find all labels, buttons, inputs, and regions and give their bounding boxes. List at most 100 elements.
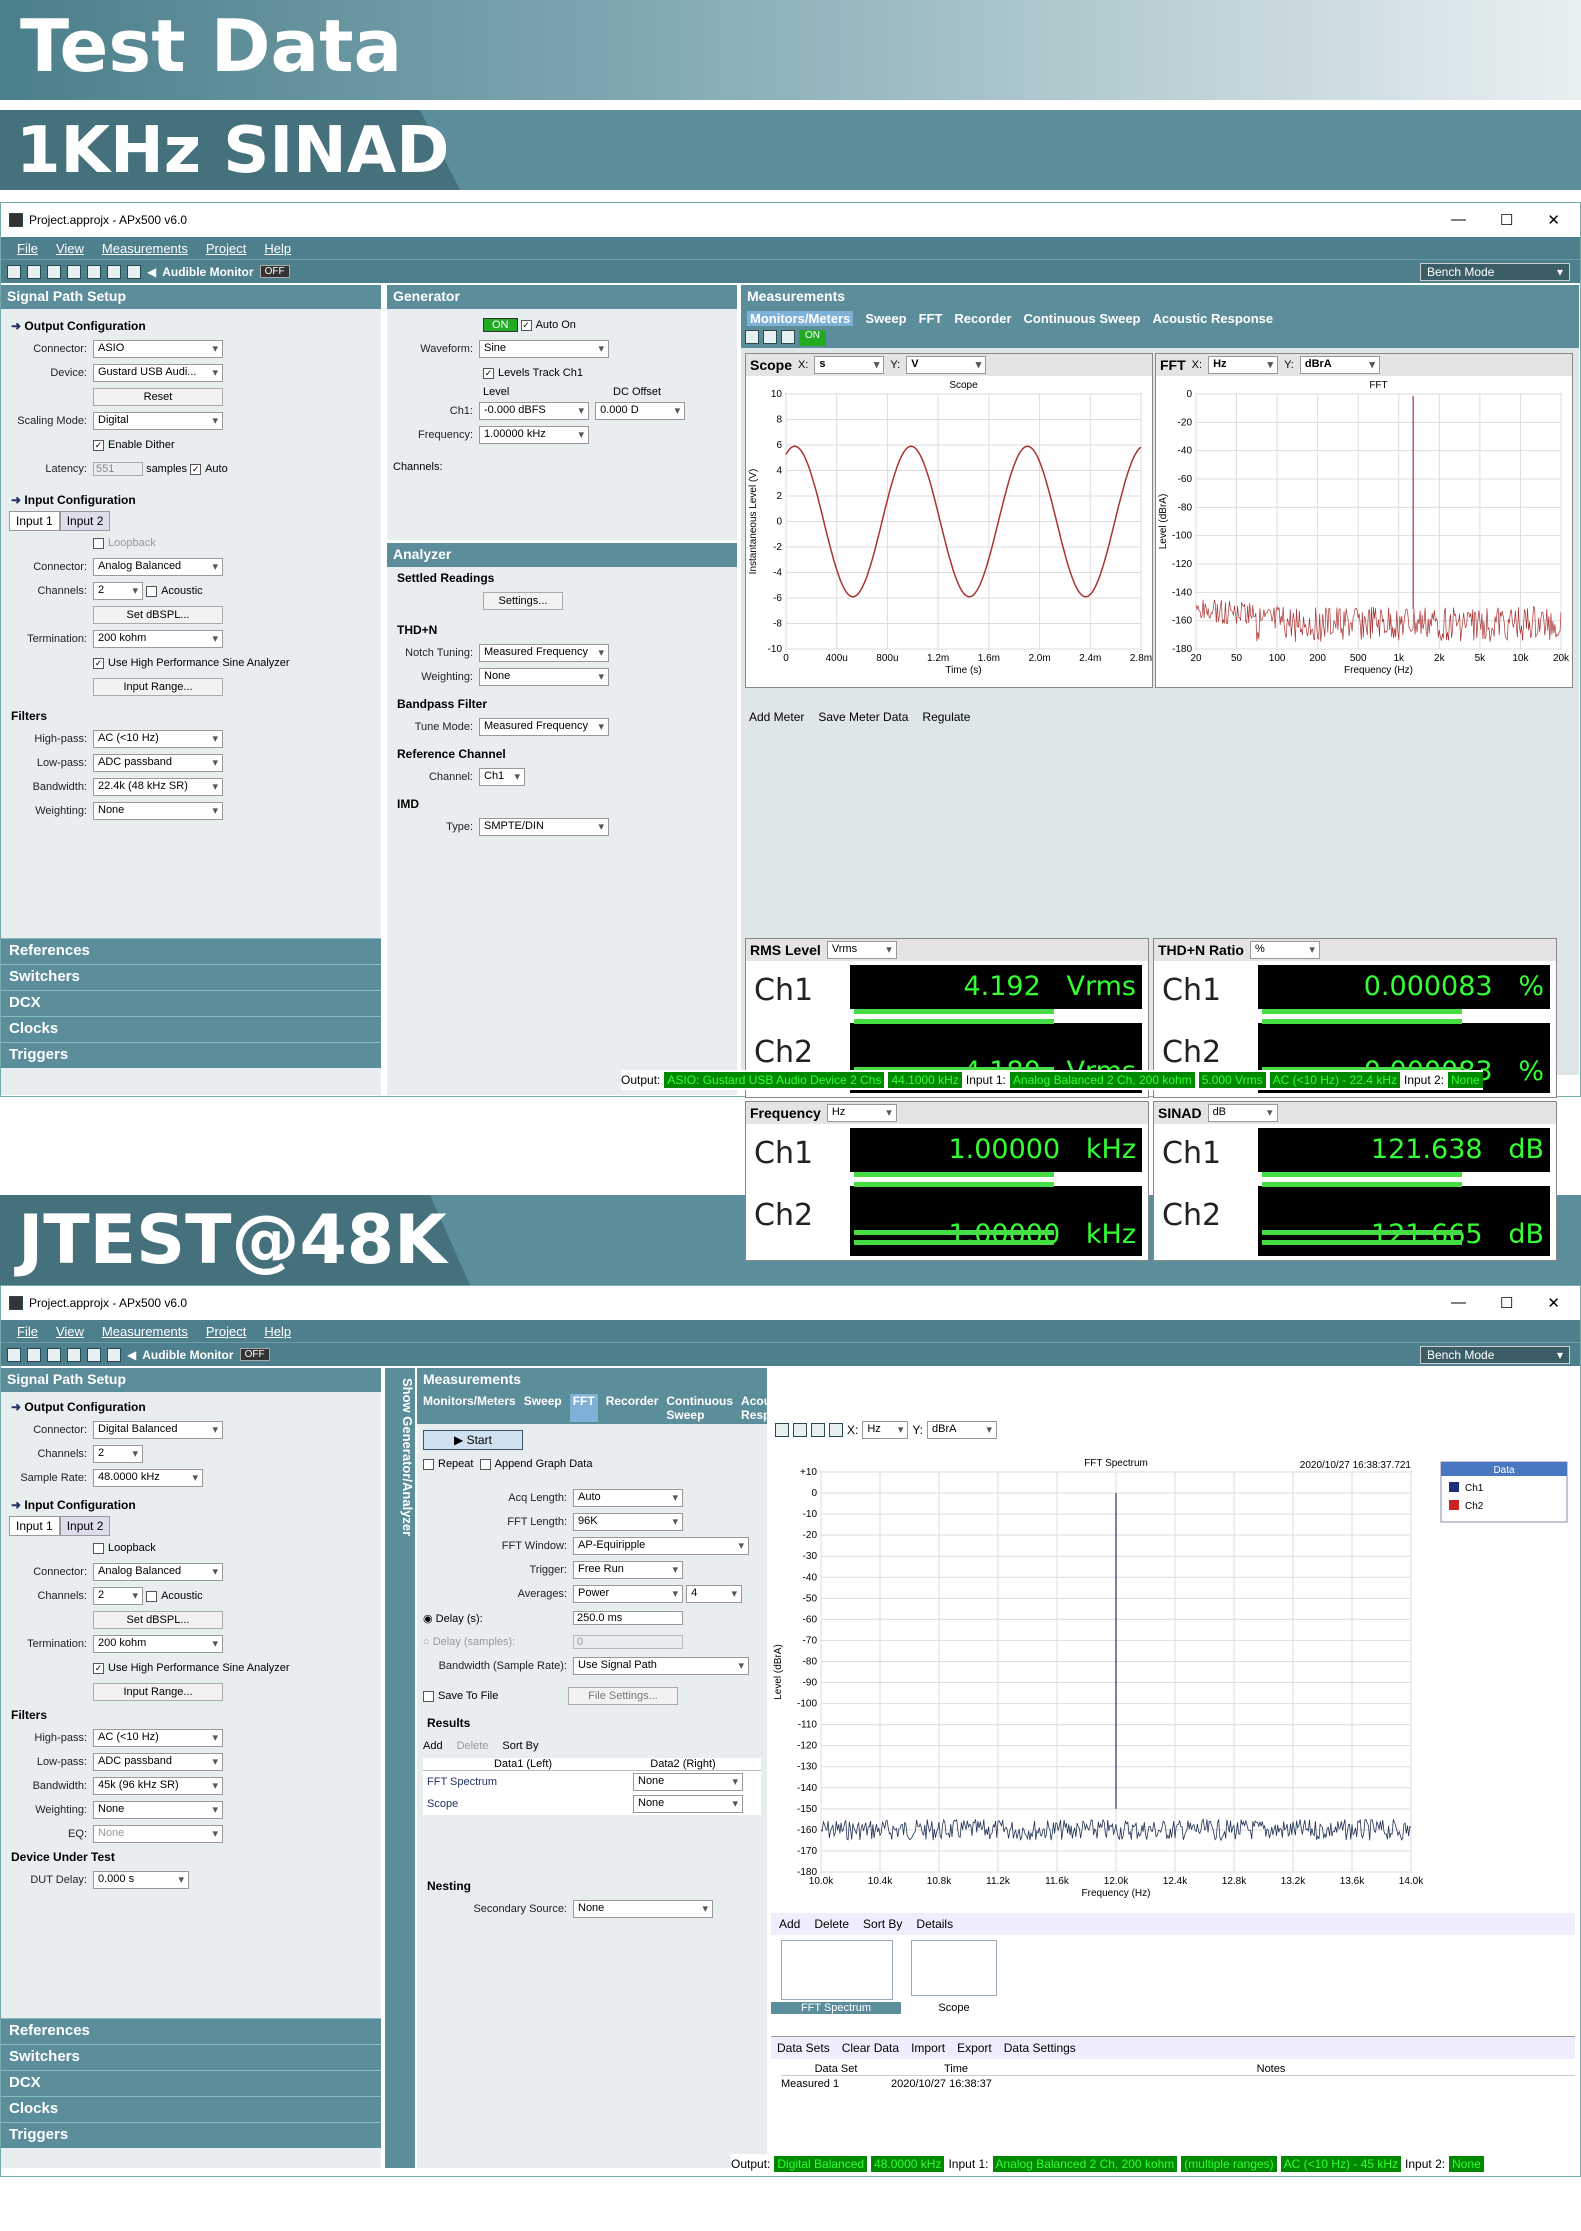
results-sort-button[interactable]: Sort By — [502, 1740, 538, 1752]
pan-icon[interactable] — [829, 1423, 843, 1437]
input-range-button[interactable]: Input Range... — [93, 678, 223, 696]
meter-unit-select[interactable]: % — [1249, 941, 1320, 959]
loopback-checkbox[interactable] — [93, 537, 104, 549]
fft-length-select[interactable]: 96K — [573, 1513, 683, 1531]
zoom-icon[interactable] — [793, 1423, 807, 1437]
input-connector-select[interactable]: Analog Balanced — [93, 558, 223, 576]
open-icon[interactable] — [27, 264, 41, 279]
data-settings-button[interactable]: Data Settings — [1004, 2041, 1076, 2055]
minimize-icon-2[interactable]: — — [1451, 1294, 1466, 1312]
import-button[interactable]: Import — [911, 2041, 945, 2055]
graph-tool-icon[interactable] — [775, 1423, 789, 1437]
save-meter-data-button[interactable]: Save Meter Data — [818, 710, 908, 724]
open-icon[interactable] — [27, 1347, 41, 1362]
frequency-field[interactable]: 1.00000 kHz — [479, 426, 589, 444]
grid-icon[interactable] — [107, 1347, 121, 1362]
device-select[interactable]: Gustard USB Audi... — [93, 364, 223, 382]
auto-checkbox[interactable]: ✓ — [190, 463, 202, 475]
scope-y-unit[interactable]: V — [906, 356, 987, 374]
reference-channel-select[interactable]: Ch1 — [479, 768, 525, 786]
bandwidth-select[interactable]: 22.4k (48 kHz SR) — [93, 778, 223, 796]
meter-tool-icon[interactable] — [745, 330, 759, 344]
maximize-icon[interactable]: ☐ — [1500, 211, 1513, 229]
fft-y-unit[interactable]: dBrA — [1299, 356, 1380, 374]
imd-type-select[interactable]: SMPTE/DIN — [479, 818, 609, 836]
tab-input-2[interactable]: Input 2 — [59, 511, 111, 531]
auto-on-checkbox[interactable]: ✓ — [520, 319, 532, 331]
menu-help[interactable]: Help — [264, 241, 291, 256]
settings-icon[interactable] — [67, 1347, 81, 1362]
cursor-icon[interactable] — [811, 1423, 825, 1437]
audible-monitor-toggle[interactable]: OFF — [259, 265, 290, 278]
termination-select[interactable]: 200 kohm — [93, 630, 223, 648]
sidebar-clocks[interactable]: Clocks — [1, 1016, 381, 1042]
minimize-icon[interactable]: — — [1451, 211, 1466, 229]
set-dbspl-button[interactable]: Set dBSPL... — [93, 606, 223, 624]
analyzer-weighting-select[interactable]: None — [479, 668, 609, 686]
results-add-button[interactable]: Add — [423, 1740, 443, 1752]
weighting-select[interactable]: None — [93, 802, 223, 820]
settings-icon[interactable] — [67, 264, 81, 279]
save-icon[interactable] — [47, 1347, 61, 1362]
menu-project[interactable]: Project — [206, 241, 246, 256]
maximize-icon-2[interactable]: ☐ — [1500, 1294, 1513, 1312]
save-icon[interactable] — [47, 264, 61, 279]
report-icon[interactable] — [87, 1347, 101, 1362]
sample-rate-select[interactable]: 48.0000 kHz — [93, 1469, 203, 1487]
out-channels-stepper[interactable]: 2 — [93, 1445, 143, 1463]
dut-delay-field[interactable]: 0.000 s — [93, 1871, 189, 1889]
waveform-select[interactable]: Sine — [479, 340, 609, 358]
tune-mode-select[interactable]: Measured Frequency — [479, 718, 609, 736]
fft-x-unit[interactable]: Hz — [1208, 356, 1279, 374]
delay-samples-field[interactable]: 0 — [573, 1635, 683, 1649]
meter-tool3-icon[interactable] — [781, 330, 795, 344]
clear-data-button[interactable]: Clear Data — [842, 2041, 899, 2055]
latency-field[interactable]: 551 — [93, 462, 143, 476]
dither-checkbox[interactable]: ✓ — [93, 439, 104, 451]
generator-on-toggle[interactable]: ON — [483, 318, 518, 332]
sidebar-switchers[interactable]: Switchers — [1, 964, 381, 990]
audible-monitor-toggle-2[interactable]: OFF — [239, 1348, 270, 1361]
new-icon[interactable] — [7, 264, 21, 279]
report-icon[interactable] — [87, 264, 101, 279]
thumb-scope[interactable] — [911, 1940, 997, 1996]
graph-y-unit[interactable]: dBrA — [927, 1421, 998, 1439]
graph-sort-button[interactable]: Sort By — [863, 1917, 902, 1931]
meter-unit-select[interactable]: dB — [1207, 1104, 1278, 1122]
settings-button[interactable]: Settings... — [483, 592, 563, 610]
fft-window-select[interactable]: AP-Equiripple — [573, 1537, 749, 1555]
trigger-select[interactable]: Free Run — [573, 1561, 683, 1579]
bench-mode-select-2[interactable]: Bench Mode ▾ — [1420, 1345, 1570, 1364]
tab-fft[interactable]: FFT — [919, 311, 943, 326]
averages-select[interactable]: Power — [573, 1585, 683, 1603]
connector-select-2[interactable]: Digital Balanced — [93, 1421, 223, 1439]
tab-input-1[interactable]: Input 1 — [9, 511, 60, 531]
results-delete-button[interactable]: Delete — [457, 1740, 489, 1752]
channels-stepper[interactable]: 2 — [93, 582, 143, 600]
graph-details-button[interactable]: Details — [916, 1917, 953, 1931]
monitor-on-toggle[interactable]: ON — [799, 330, 826, 346]
menu-view[interactable]: View — [56, 241, 84, 256]
export-button[interactable]: Export — [957, 2041, 992, 2055]
tab-sweep[interactable]: Sweep — [865, 311, 906, 326]
close-icon[interactable]: ✕ — [1547, 211, 1560, 229]
meter-unit-select[interactable]: Hz — [826, 1104, 897, 1122]
tab-continuous-sweep[interactable]: Continuous Sweep — [1024, 311, 1141, 326]
meter-tool2-icon[interactable] — [763, 330, 777, 344]
tab-recorder[interactable]: Recorder — [954, 311, 1011, 326]
start-button[interactable]: ▶ Start — [423, 1430, 523, 1450]
grid-icon[interactable] — [107, 264, 121, 279]
dataset-row[interactable]: Measured 1 — [781, 2078, 891, 2090]
bandwidth-sample-rate-select[interactable]: Use Signal Path — [573, 1657, 749, 1675]
graph-x-unit[interactable]: Hz — [862, 1421, 909, 1439]
sidebar-references[interactable]: References — [1, 938, 381, 964]
level-field[interactable]: -0.000 dBFS — [479, 402, 589, 420]
sidebar-dcx[interactable]: DCX — [1, 990, 381, 1016]
highpass-select[interactable]: AC (<10 Hz) — [93, 730, 223, 748]
add-meter-button[interactable]: Add Meter — [749, 710, 804, 724]
append-checkbox[interactable] — [479, 1458, 491, 1470]
lowpass-select[interactable]: ADC passband — [93, 754, 223, 772]
close-icon-2[interactable]: ✕ — [1547, 1294, 1560, 1312]
thumb-fft-spectrum[interactable] — [781, 1940, 893, 2000]
regulate-button[interactable]: Regulate — [922, 710, 970, 724]
